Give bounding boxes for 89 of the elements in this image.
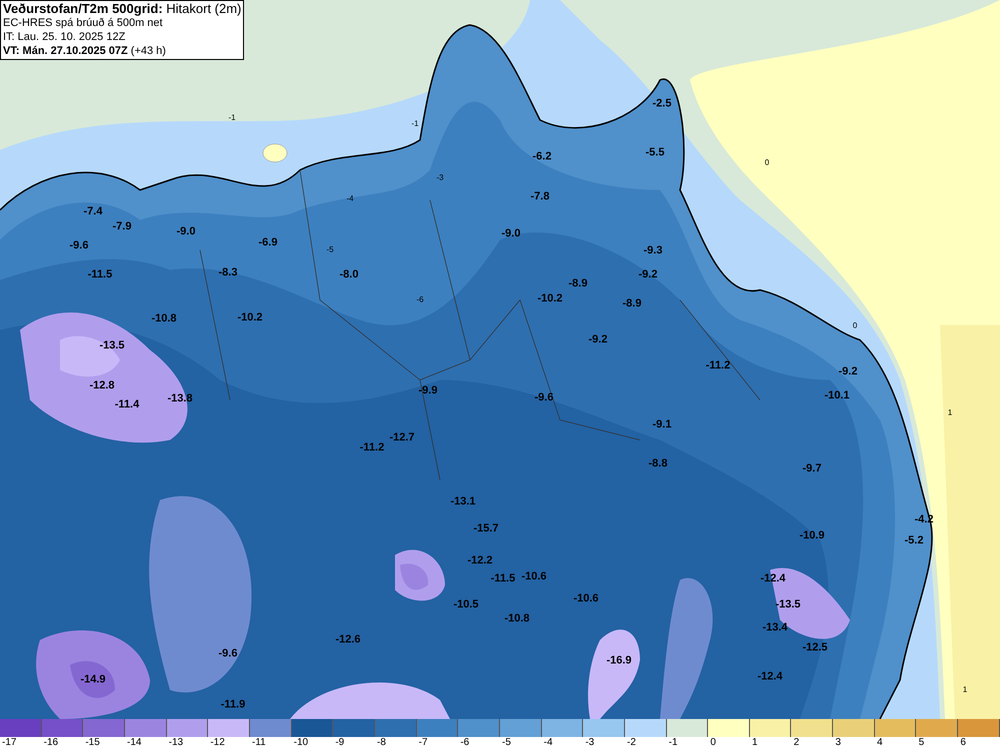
temperature-value: -7.8	[530, 192, 550, 202]
contour-label: -1	[411, 120, 419, 128]
colorbar-label: -17	[2, 737, 16, 748]
temperature-value: -11.2	[360, 442, 384, 454]
temperature-value: -9.2	[588, 334, 608, 346]
temperature-value: -14.9	[80, 674, 106, 686]
temperature-value: -11.5	[88, 270, 112, 280]
colorbar-label: -16	[44, 737, 58, 748]
temperature-value: -9.7	[802, 464, 822, 474]
colorbar-label: 4	[877, 737, 883, 748]
colorbar-label: 0	[710, 737, 716, 748]
temperature-value: -11.5	[490, 574, 516, 584]
temperature-value: -8.9	[568, 278, 588, 290]
temperature-value: -12.4	[757, 672, 783, 682]
temperature-value: -13.5	[99, 340, 125, 352]
colorbar-label: -2	[627, 737, 636, 748]
temperature-value: -16.9	[606, 656, 632, 666]
colorbar-label: -6	[460, 737, 470, 748]
temperature-value: -9.1	[652, 420, 672, 430]
colorbar-label: 1	[752, 737, 758, 748]
temperature-value: -2.5	[652, 98, 672, 110]
colorbar-label: -8	[377, 737, 386, 748]
colorbar-label: -7	[418, 737, 428, 748]
colorbar-label: -4	[544, 737, 553, 748]
temperature-value: -10.8	[151, 314, 177, 324]
forecast-info-line: EC-HRES spá brúuð á 500m net	[3, 16, 164, 30]
temperature-value: -9.3	[644, 246, 662, 256]
temperature-value: -11.2	[706, 360, 730, 372]
temperature-value: -6.9	[258, 238, 278, 248]
temperature-value: -8.3	[218, 268, 238, 278]
colorbar-label: -11	[252, 737, 266, 748]
temperature-value: -12.6	[335, 634, 361, 646]
temperature-value: -12.7	[389, 432, 415, 444]
contour-label: -1	[228, 114, 236, 122]
temperature-value: -13.1	[450, 496, 476, 508]
temperature-value: -7.4	[84, 206, 102, 218]
temperature-value: -9.0	[502, 228, 520, 240]
colorbar-label: -13	[168, 737, 184, 748]
colorbar-label: -12	[210, 737, 225, 748]
temperature-value: -8.9	[622, 298, 642, 310]
temperature-value: -12.2	[467, 556, 493, 566]
temperature-value: -11.4	[114, 400, 140, 410]
temperature-value: -7.9	[112, 222, 132, 232]
colorbar-label: -3	[585, 737, 594, 748]
colorbar-label: -1	[668, 737, 678, 748]
temperature-value: -9.2	[838, 366, 858, 378]
temperature-value: -12.5	[802, 642, 828, 654]
temperature-value: -10.1	[824, 390, 850, 402]
contour-label: -6	[416, 296, 424, 304]
temperature-value: -11.9	[220, 700, 246, 710]
forecast-info-line: VT: Mán. 27.10.2025 07Z (+43 h)	[3, 44, 167, 58]
temperature-value: -9.0	[176, 226, 196, 238]
contour-label: -3	[436, 174, 444, 182]
colorbar-label: 6	[960, 737, 966, 748]
colorbar-label: -10	[294, 737, 308, 748]
colorbar-label: -15	[85, 737, 100, 748]
temperature-value: -9.6	[218, 648, 238, 660]
contour-label: 0	[764, 159, 770, 167]
colorbar-label: 2	[794, 737, 800, 748]
temperature-value: -8.0	[340, 270, 358, 280]
colorbar-label: 5	[918, 737, 924, 748]
contour-label: -5	[326, 246, 334, 254]
temperature-value: -10.9	[799, 530, 825, 542]
temperature-value: -9.6	[534, 392, 554, 404]
contour-label: 1	[962, 686, 968, 694]
temperature-value: -10.8	[504, 614, 530, 624]
temperature-value: -13.4	[762, 622, 788, 634]
temperature-value: -10.6	[573, 594, 599, 604]
colorbar-label: 3	[835, 737, 841, 748]
temperature-value: -10.2	[237, 312, 263, 324]
temperature-value: -8.8	[648, 458, 668, 470]
colorbar-label: -14	[127, 737, 142, 748]
colorbar-label: -5	[502, 737, 511, 748]
temperature-value: -6.2	[532, 152, 552, 162]
temperature-value: -9.6	[70, 240, 88, 252]
temperature-value: -12.8	[89, 380, 115, 392]
temperature-value: -5.5	[646, 148, 664, 158]
contour-label: 0	[852, 322, 858, 330]
contour-label: -4	[346, 195, 354, 203]
temperature-value: -9.2	[638, 270, 658, 280]
temperature-value: -10.2	[537, 294, 563, 304]
map-title: Veðurstofan/T2m 500grid: Hitakort (2m)	[3, 2, 242, 16]
temperature-value: -10.6	[521, 572, 547, 582]
temperature-value: -15.7	[473, 524, 499, 534]
temperature-value: -10.5	[453, 600, 479, 610]
colorbar-label: -9	[335, 737, 344, 748]
temperature-value: -5.2	[904, 536, 924, 546]
forecast-info-line: IT: Lau. 25. 10. 2025 12Z	[3, 30, 126, 44]
contour-label: 1	[948, 409, 952, 417]
